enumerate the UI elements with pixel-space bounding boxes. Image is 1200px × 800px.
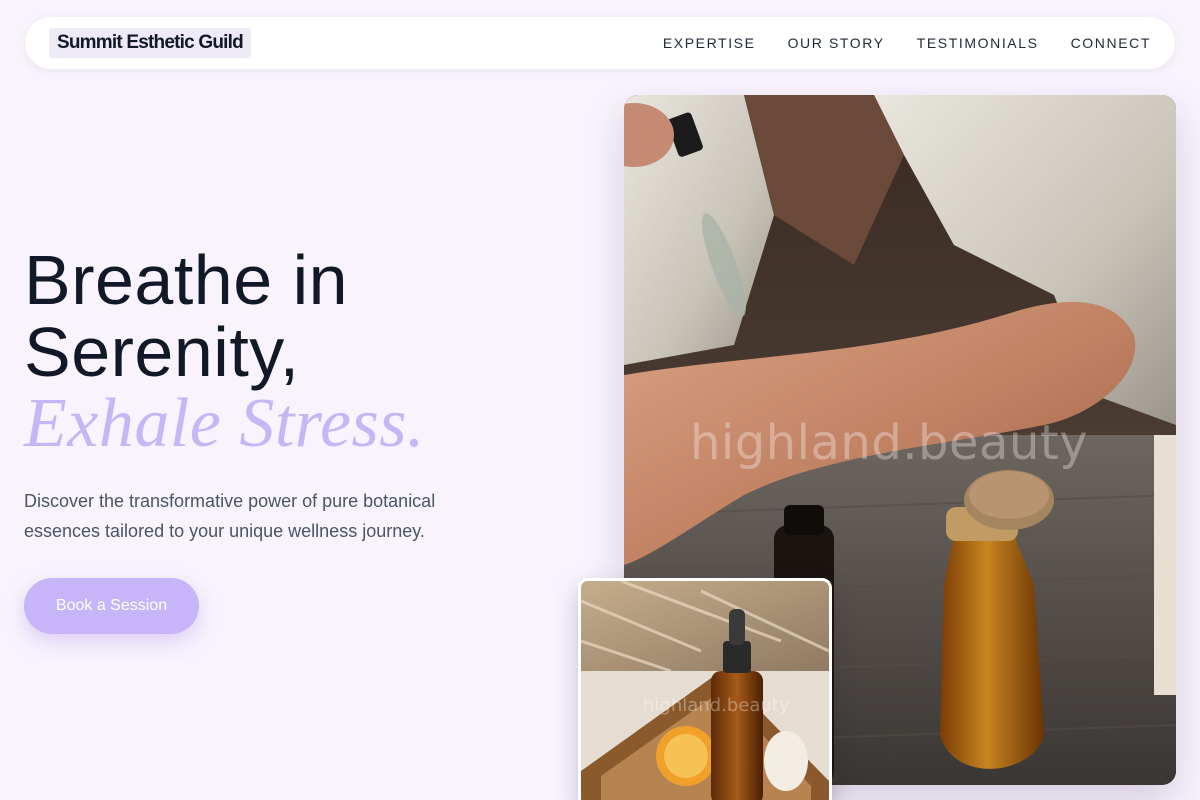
hero-description: Discover the transformative power of pur… (24, 491, 436, 541)
secondary-photo-watermark: highland.beauty (643, 695, 790, 716)
nav-link-expertise[interactable]: EXPERTISE (663, 35, 756, 51)
headline-line-1: Breathe in (24, 241, 349, 319)
hero-secondary-photo: highland.beauty (578, 578, 832, 800)
nav-link-our-story[interactable]: OUR STORY (788, 35, 885, 51)
hero-headline: Breathe in Serenity, Exhale Stress. (24, 244, 425, 460)
nav-link-testimonials[interactable]: TESTIMONIALS (917, 35, 1039, 51)
headline-accent: Exhale Stress. (24, 385, 425, 462)
top-navigation: Summit Esthetic Guild EXPERTISE OUR STOR… (25, 17, 1175, 69)
nav-link-connect[interactable]: CONNECT (1071, 35, 1151, 51)
book-session-button[interactable]: Book a Session (24, 578, 199, 634)
main-photo-watermark: highland.beauty (690, 415, 1089, 471)
nav-links: EXPERTISE OUR STORY TESTIMONIALS CONNECT (631, 17, 1151, 69)
serum-bottle-photo (581, 581, 829, 800)
brand-logo[interactable]: Summit Esthetic Guild (49, 28, 251, 58)
headline-line-2: Serenity, (24, 313, 300, 391)
